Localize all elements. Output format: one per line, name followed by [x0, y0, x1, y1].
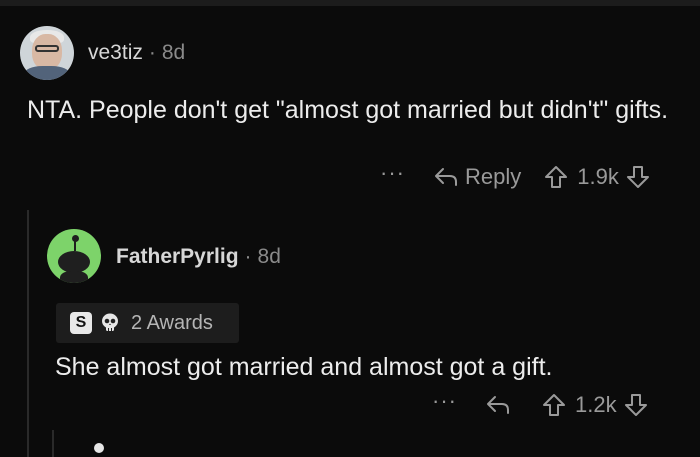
snoo-body	[60, 271, 88, 283]
downvote-arrow-icon	[624, 394, 647, 416]
skull-award-icon	[98, 311, 122, 335]
avatar-glasses	[35, 45, 59, 52]
upvote-arrow-icon	[542, 394, 565, 416]
user-avatar[interactable]	[20, 26, 74, 80]
downvote-button[interactable]	[625, 164, 651, 190]
comment-text: She almost got married and almost got a …	[55, 353, 553, 381]
thread-line[interactable]	[27, 210, 29, 457]
more-options-button[interactable]: ···	[380, 162, 405, 184]
user-avatar[interactable]	[47, 229, 101, 283]
reply-arrow-icon	[486, 396, 509, 414]
more-options-button[interactable]: ···	[432, 390, 457, 412]
separator-dot: ·	[148, 41, 156, 64]
upvote-button[interactable]	[541, 392, 567, 418]
comment-header: ve3tiz · 8d	[88, 41, 185, 65]
timestamp: 8d	[257, 245, 281, 268]
next-comment-avatar	[94, 443, 104, 453]
vote-count: 1.2k	[574, 392, 617, 417]
username-link[interactable]: ve3tiz	[88, 41, 143, 64]
timestamp: 8d	[161, 41, 186, 64]
comment-actions: ··· 1.2k	[432, 390, 649, 418]
reply-button[interactable]: Reply	[433, 164, 543, 190]
thread-line[interactable]	[52, 430, 54, 457]
comment-actions: ··· Reply 1.9k	[380, 162, 651, 190]
vote-count: 1.9k	[577, 164, 619, 189]
avatar-shirt	[24, 66, 70, 80]
upvote-button[interactable]	[543, 164, 569, 190]
reply-label: Reply	[464, 164, 522, 189]
top-bar	[0, 0, 700, 6]
comment-text: NTA. People don't get "almost got marrie…	[27, 96, 669, 124]
awards-label: 2 Awards	[131, 311, 213, 334]
downvote-arrow-icon	[626, 166, 649, 188]
reply-arrow-icon	[433, 166, 459, 188]
avatar-face	[32, 34, 62, 70]
snoo-head	[58, 251, 90, 273]
username-link[interactable]: FatherPyrlig	[116, 245, 239, 268]
separator-dot: ·	[244, 245, 252, 268]
upvote-arrow-icon	[545, 166, 568, 188]
comment-header: FatherPyrlig · 8d	[116, 245, 281, 269]
silver-award-icon: S	[70, 312, 92, 334]
downvote-button[interactable]	[623, 392, 649, 418]
snoo-antenna	[74, 239, 76, 251]
awards-badge[interactable]: S 2 Awards	[56, 303, 239, 343]
reply-button[interactable]	[485, 394, 511, 416]
